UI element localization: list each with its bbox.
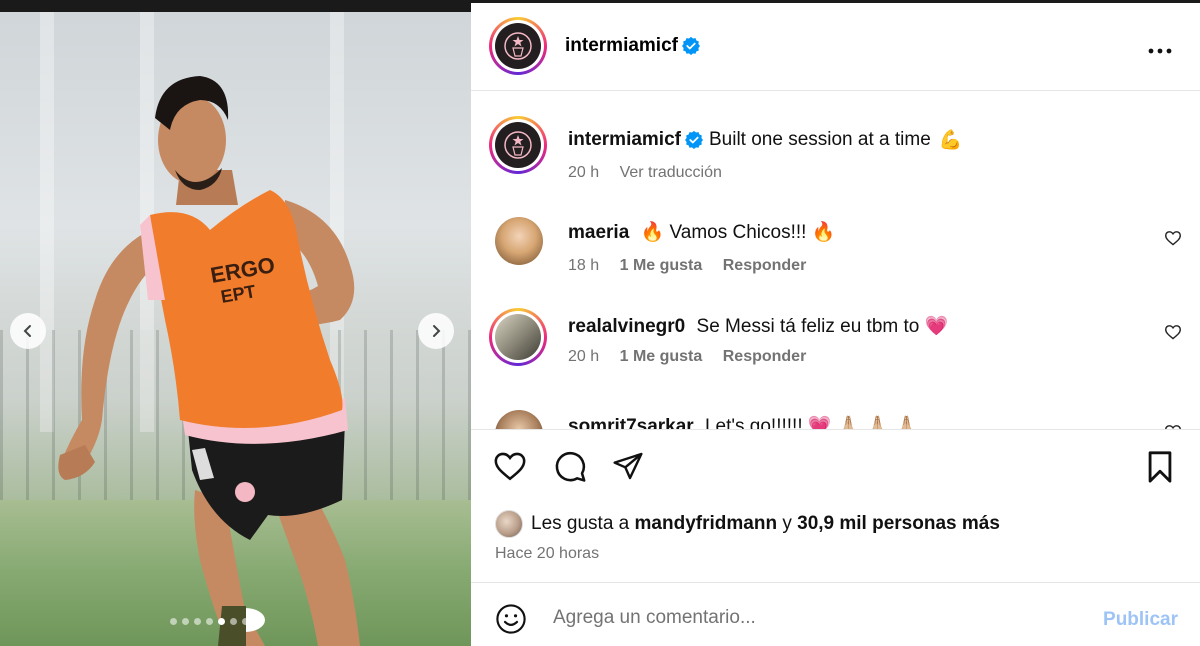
likes-summary: Les gusta a mandyfridmann y 30,9 mil per… [495,510,1000,538]
comment-username[interactable]: maeria [568,222,629,243]
paper-plane-icon[interactable] [611,450,645,482]
comment-row: somrit7sarkar Let's go!!!!!! 💗 🙏🏼 🙏🏼 🙏🏼 [471,410,1200,429]
more-options-button[interactable] [1148,33,1172,61]
author-avatar[interactable] [489,17,547,75]
caption-avatar[interactable] [489,116,547,174]
comment-like-count[interactable]: 1 Me gusta [620,257,703,274]
reply-button[interactable]: Responder [723,257,807,274]
translate-link[interactable]: Ver traducción [620,164,722,181]
comments-list: intermiamicf Built one session at a time… [471,92,1200,429]
comment-like-count[interactable]: 1 Me gusta [620,348,703,365]
post-media: ERGO EPT [0,0,471,646]
likes-count-link[interactable]: 30,9 mil personas más [797,513,1000,535]
caption-row: intermiamicf Built one session at a time… [471,116,1200,186]
carousel-dot [218,618,225,625]
post-timestamp[interactable]: Hace 20 horas [495,545,599,563]
comment-text: Se Messi tá feliz eu tbm to 💗 [696,316,949,337]
verified-badge-icon [684,131,703,149]
author-username[interactable]: intermiamicf [565,35,678,57]
carousel-dot [254,618,261,625]
comment-like-heart-icon[interactable] [1164,230,1182,246]
liked-by-username[interactable]: mandyfridmann [635,513,778,535]
carousel-dot [230,618,237,625]
carousel-dot [170,618,177,625]
comment-row: realalvinegr0 Se Messi tá feliz eu tbm t… [471,308,1200,378]
comment-text: 🔥 Vamos Chicos!!! 🔥 [640,222,836,243]
verified-badge-icon [681,37,700,55]
comment-row: maeria 🔥 Vamos Chicos!!! 🔥 18 h 1 Me gus… [471,214,1200,284]
post-panel: intermiamicf intermiamicf Built one sess… [471,0,1200,646]
likes-prefix: Les gusta a [531,513,630,534]
carousel-dot [182,618,189,625]
chevron-left-icon [23,325,31,337]
liker-avatar[interactable] [495,510,523,538]
comment-username[interactable]: realalvinegr0 [568,316,685,337]
comment-bubble-icon[interactable] [553,450,587,484]
carousel-dot [194,618,201,625]
commenter-avatar[interactable] [489,308,547,366]
publish-button[interactable]: Publicar [1103,609,1178,631]
club-logo [495,122,541,168]
commenter-avatar[interactable] [495,410,543,429]
commenter-avatar[interactable] [495,217,543,265]
carousel-dot [242,618,249,625]
post-actions: Les gusta a mandyfridmann y 30,9 mil per… [471,429,1200,583]
player-photo: ERGO EPT [58,76,360,646]
caption-time[interactable]: 20 h [568,164,599,181]
caption-username[interactable]: intermiamicf [568,129,681,151]
flexed-biceps-icon: 💪 [938,130,963,151]
smiley-icon[interactable] [495,603,527,635]
carousel-next-button[interactable] [418,313,454,349]
bookmark-icon[interactable] [1145,450,1175,484]
carousel-prev-button[interactable] [10,313,46,349]
comment-time[interactable]: 18 h [568,257,599,274]
comment-text: Let's go!!!!!! 💗 🙏🏼 🙏🏼 🙏🏼 [704,416,919,429]
like-heart-icon[interactable] [493,450,527,482]
comment-like-heart-icon[interactable] [1164,324,1182,340]
comment-username[interactable]: somrit7sarkar [568,416,694,429]
post-header: intermiamicf [471,3,1200,91]
likes-connector: y [782,513,792,534]
chevron-right-icon [433,325,441,337]
comment-composer: Publicar [471,584,1200,646]
more-horizontal-icon [1148,48,1172,54]
club-logo [495,23,541,69]
comment-input[interactable] [553,603,1073,633]
comment-time[interactable]: 20 h [568,348,599,365]
carousel-dots [170,618,261,625]
carousel-dot [206,618,213,625]
caption-text: Built one session at a time [708,129,931,150]
reply-button[interactable]: Responder [723,348,807,365]
